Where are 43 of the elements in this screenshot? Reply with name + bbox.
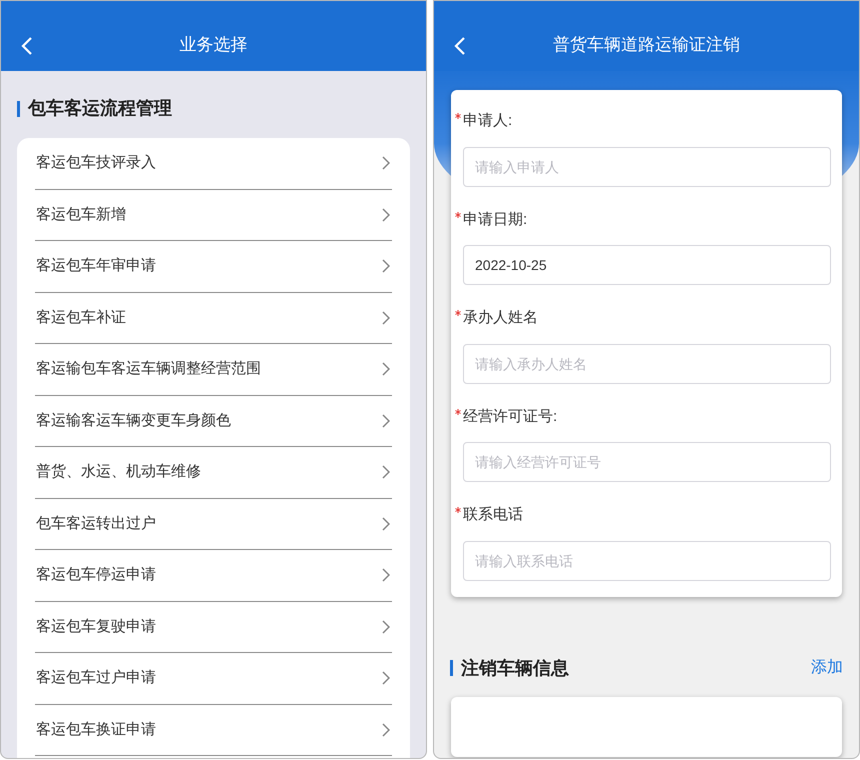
input-field[interactable]: 2022-10-25 bbox=[463, 245, 831, 285]
field-label: 承办人姓名 bbox=[463, 308, 538, 328]
list-item[interactable]: 客运包车新增 bbox=[35, 190, 392, 241]
input-field[interactable]: 请输入承办人姓名 bbox=[463, 344, 831, 384]
list-item[interactable]: 客运包车补证 bbox=[35, 292, 392, 344]
input-field[interactable]: 请输入申请人 bbox=[463, 146, 831, 186]
list-item[interactable]: 客运包车换证申请 bbox=[35, 704, 392, 756]
input-field[interactable]: 请输入经营许可证号 bbox=[463, 442, 831, 482]
input-field[interactable]: 请输入联系电话 bbox=[463, 540, 831, 580]
list-item[interactable]: 客运包车年审申请 bbox=[35, 241, 392, 292]
field-label: 经营许可证号: bbox=[463, 406, 558, 426]
section-marker bbox=[450, 660, 453, 676]
chevron-right-icon bbox=[382, 722, 390, 737]
list-item[interactable]: 客运包车过户申请 bbox=[35, 653, 392, 704]
chevron-right-icon bbox=[382, 156, 390, 170]
list-item[interactable]: 包车客运转出过户 bbox=[35, 498, 392, 550]
chevron-right-icon bbox=[382, 208, 390, 222]
chevron-right-icon bbox=[382, 516, 390, 531]
chevron-right-icon bbox=[382, 620, 390, 634]
chevron-right-icon bbox=[382, 568, 390, 582]
back-icon[interactable] bbox=[21, 36, 33, 56]
list-item[interactable]: 客运包车停运申请 bbox=[35, 550, 392, 602]
add-link[interactable]: 添加 bbox=[811, 656, 843, 680]
header-title: 普货车辆道路运输证注销 bbox=[553, 34, 740, 56]
list-item[interactable]: 普货、水运、机动车维修 bbox=[35, 447, 392, 498]
section-title: 包车客运流程管理 bbox=[28, 97, 172, 120]
chevron-right-icon bbox=[382, 310, 390, 325]
list-item[interactable]: 客运包车复驶申请 bbox=[35, 602, 392, 653]
list-item[interactable]: 客运包车技评录入 bbox=[35, 138, 392, 190]
chevron-right-icon bbox=[382, 362, 390, 376]
field-label: 联系电话 bbox=[463, 505, 523, 525]
chevron-right-icon bbox=[382, 414, 390, 428]
back-icon[interactable] bbox=[454, 36, 466, 56]
section-marker bbox=[17, 100, 20, 116]
header-title: 业务选择 bbox=[180, 34, 248, 56]
chevron-right-icon bbox=[382, 465, 390, 480]
list-item[interactable]: 客运输客运车辆变更车身颜色 bbox=[35, 396, 392, 447]
field-label: 申请人: bbox=[463, 111, 512, 131]
section-title: 注销车辆信息 bbox=[461, 656, 569, 680]
chevron-right-icon bbox=[382, 671, 390, 686]
list-item[interactable]: 客运输包车客运车辆调整经营范围 bbox=[35, 344, 392, 396]
chevron-right-icon bbox=[382, 259, 390, 274]
field-label: 申请日期: bbox=[463, 210, 528, 230]
